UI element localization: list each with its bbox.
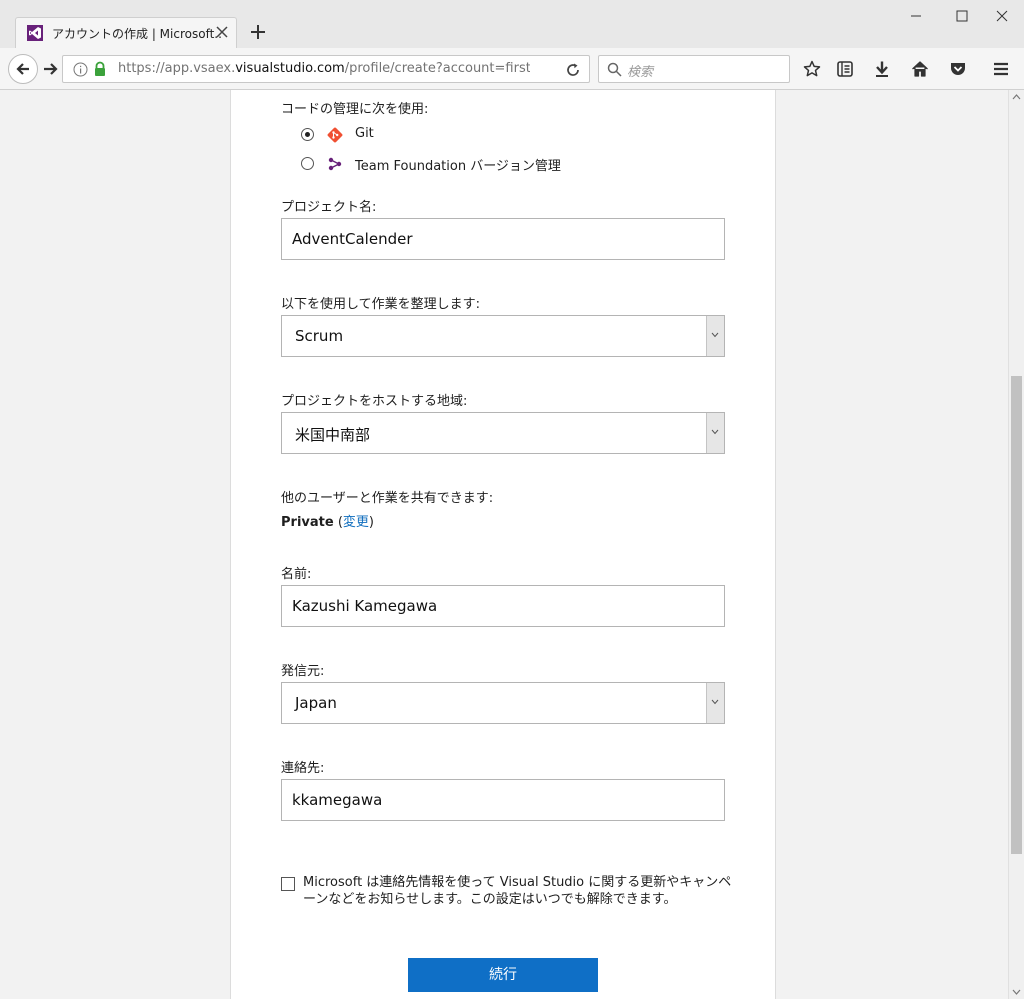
info-icon[interactable] xyxy=(73,62,88,77)
chevron-down-icon xyxy=(711,332,719,338)
vertical-scrollbar[interactable] xyxy=(1008,90,1024,999)
region-dropdown-button[interactable] xyxy=(706,413,724,453)
browser-tab[interactable]: アカウントの作成 | Microsoft... xyxy=(15,17,237,48)
back-button[interactable] xyxy=(8,54,38,84)
tfvc-option-label: Team Foundation バージョン管理 xyxy=(355,159,561,174)
address-bar[interactable]: https://app.vsaex.visualstudio.com/profi… xyxy=(62,55,590,83)
page-viewport: コードの管理に次を使用: Git Team Foundation バージョン管理 xyxy=(0,90,1008,999)
reading-list-icon[interactable] xyxy=(836,60,854,78)
bookmark-star-icon[interactable] xyxy=(803,60,821,78)
create-account-form: コードの管理に次を使用: Git Team Foundation バージョン管理 xyxy=(230,90,776,999)
name-label: 名前: xyxy=(281,567,312,582)
continue-button[interactable]: 続行 xyxy=(408,958,598,992)
close-tab-icon[interactable] xyxy=(215,25,229,39)
search-icon xyxy=(607,62,622,77)
close-paren: ) xyxy=(368,515,374,530)
git-option-label: Git xyxy=(355,126,374,141)
maximize-icon[interactable] xyxy=(952,6,972,26)
process-select-value: Scrum xyxy=(295,327,344,345)
navigation-bar: https://app.vsaex.visualstudio.com/profi… xyxy=(0,48,1024,90)
process-label: 以下を使用して作業を整理します: xyxy=(281,297,480,312)
share-visibility: Private (変更) xyxy=(281,511,374,530)
change-visibility-link[interactable]: 変更 xyxy=(343,515,369,530)
search-bar[interactable]: 検索 xyxy=(598,55,790,83)
forward-button[interactable] xyxy=(42,60,60,78)
pocket-icon[interactable] xyxy=(949,60,967,78)
git-icon xyxy=(327,127,343,143)
new-tab-icon[interactable] xyxy=(248,22,268,42)
country-label: 発信元: xyxy=(281,664,325,679)
menu-icon[interactable] xyxy=(992,60,1010,78)
url-text: https://app.vsaex.visualstudio.com/profi… xyxy=(118,61,530,76)
title-bar: アカウントの作成 | Microsoft... xyxy=(0,0,1024,48)
git-radio[interactable] xyxy=(301,128,314,141)
vcs-label: コードの管理に次を使用: xyxy=(281,102,429,117)
close-window-icon[interactable] xyxy=(992,6,1012,26)
tab-title: アカウントの作成 | Microsoft... xyxy=(52,27,222,41)
scroll-up-icon[interactable] xyxy=(1012,94,1021,100)
tfvc-radio[interactable] xyxy=(301,157,314,170)
project-name-input[interactable]: AdventCalender xyxy=(281,218,725,260)
contact-label: 連絡先: xyxy=(281,761,325,776)
scroll-down-icon[interactable] xyxy=(1012,989,1021,995)
search-placeholder: 検索 xyxy=(627,65,654,80)
region-label: プロジェクトをホストする地域: xyxy=(281,394,468,409)
process-select[interactable]: Scrum xyxy=(281,315,725,357)
arrow-left-icon xyxy=(16,63,29,75)
minimize-icon[interactable] xyxy=(906,6,926,26)
reload-icon[interactable] xyxy=(565,62,581,78)
open-paren: ( xyxy=(333,515,343,530)
contact-input[interactable]: kkamegawa xyxy=(281,779,725,821)
project-name-label: プロジェクト名: xyxy=(281,200,377,215)
country-dropdown-button[interactable] xyxy=(706,683,724,723)
marketing-consent-checkbox[interactable] xyxy=(281,877,295,891)
name-input[interactable]: Kazushi Kamegawa xyxy=(281,585,725,627)
chevron-down-icon xyxy=(711,699,719,705)
visibility-value: Private xyxy=(281,515,334,530)
share-label: 他のユーザーと作業を共有できます: xyxy=(281,491,494,506)
country-select[interactable]: Japan xyxy=(281,682,725,724)
download-icon[interactable] xyxy=(873,60,891,78)
region-select[interactable]: 米国中南部 xyxy=(281,412,725,454)
chevron-down-icon xyxy=(711,429,719,435)
region-select-value: 米国中南部 xyxy=(295,426,371,444)
visual-studio-icon xyxy=(27,25,43,41)
scrollbar-thumb[interactable] xyxy=(1011,376,1022,854)
process-dropdown-button[interactable] xyxy=(706,316,724,356)
home-icon[interactable] xyxy=(911,60,929,78)
lock-icon[interactable] xyxy=(93,61,107,77)
tfvc-icon xyxy=(328,157,342,171)
country-select-value: Japan xyxy=(295,694,337,712)
marketing-consent-text: Microsoft は連絡先情報を使って Visual Studio に関する更… xyxy=(303,875,732,907)
